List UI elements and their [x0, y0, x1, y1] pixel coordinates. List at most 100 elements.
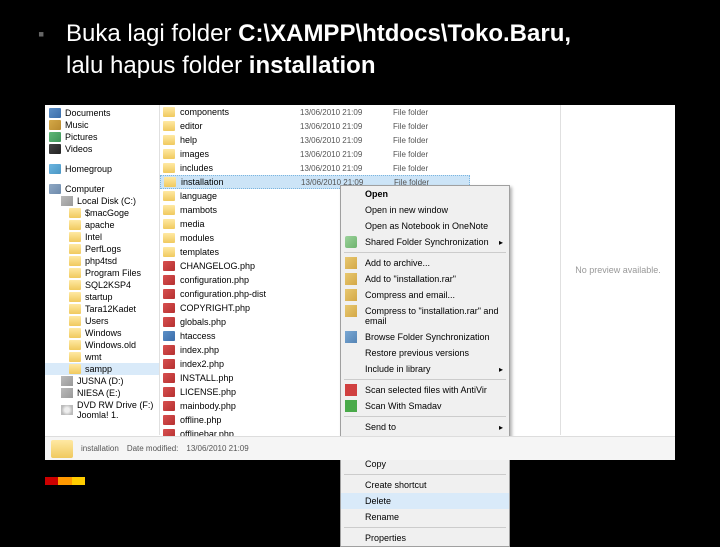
nav-folder[interactable]: PerfLogs [85, 244, 121, 254]
file-type: File folder [393, 108, 428, 117]
ctx-smadav[interactable]: Scan With Smadav [341, 398, 509, 414]
ctx-open[interactable]: Open [341, 186, 509, 202]
php-icon [163, 345, 175, 355]
file-row[interactable]: editor13/06/2010 21:09File folder [160, 119, 470, 133]
ctx-compress-email[interactable]: Compress and email... [341, 287, 509, 303]
folder-icon [69, 244, 81, 254]
folder-icon [69, 364, 81, 374]
file-type: File folder [393, 150, 428, 159]
nav-lib[interactable]: Documents [65, 108, 111, 118]
file-name: htaccess [180, 331, 295, 341]
file-name: templates [180, 247, 295, 257]
status-name: installation [81, 444, 119, 453]
ctx-add-archive[interactable]: Add to archive... [341, 255, 509, 271]
nav-lib[interactable]: Pictures [65, 132, 98, 142]
nav-folder[interactable]: wmt [85, 352, 102, 362]
nav-homegroup[interactable]: Homegroup [65, 164, 112, 174]
file-row[interactable]: components 13/06/2010 21:09 File folder [160, 105, 470, 119]
share-icon [345, 236, 357, 248]
nav-disk[interactable]: Local Disk (C:) [77, 196, 136, 206]
php-icon [163, 387, 175, 397]
nav-folder[interactable]: SQL2KSP4 [85, 280, 131, 290]
nav-tree[interactable]: Documents Music Pictures Videos Homegrou… [45, 105, 160, 435]
ctx-sendto[interactable]: Send to▸ [341, 419, 509, 435]
nav-folder[interactable]: sampp [85, 364, 112, 374]
ctx-compress-to[interactable]: Compress to "installation.rar" and email [341, 303, 509, 329]
nav-folder[interactable]: Windows [85, 328, 122, 338]
ctx-open-window[interactable]: Open in new window [341, 202, 509, 218]
nav-drive[interactable]: JUSNA (D:) [77, 376, 124, 386]
ctx-include[interactable]: Include in library▸ [341, 361, 509, 377]
disk-icon [61, 376, 73, 386]
ctx-browse[interactable]: Browse Folder Synchronization [341, 329, 509, 345]
php-icon [163, 261, 175, 271]
folder-icon [163, 247, 175, 257]
file-name: components [180, 107, 295, 117]
nav-drive[interactable]: DVD RW Drive (F:) Joomla! 1. [77, 400, 155, 420]
ctx-add-to[interactable]: Add to "installation.rar" [341, 271, 509, 287]
sync-icon [345, 331, 357, 343]
nav-folder[interactable]: Users [85, 316, 109, 326]
accent-bar [45, 477, 85, 485]
ctx-rename[interactable]: Rename [341, 509, 509, 525]
nav-folder[interactable]: startup [85, 292, 113, 302]
music-icon [49, 120, 61, 130]
nav-folder[interactable]: apache [85, 220, 115, 230]
ctx-shared[interactable]: Shared Folder Synchronization▸ [341, 234, 509, 250]
file-date: 13/06/2010 21:09 [300, 150, 388, 159]
header-target: installation [249, 52, 376, 79]
ctx-shortcut[interactable]: Create shortcut [341, 477, 509, 493]
folder-icon [163, 135, 175, 145]
nav-folder[interactable]: php4tsd [85, 256, 117, 266]
folder-icon [69, 220, 81, 230]
ctx-properties[interactable]: Properties [341, 530, 509, 546]
nav-lib[interactable]: Music [65, 120, 89, 130]
antivir-icon [345, 384, 357, 396]
nav-folder[interactable]: Intel [85, 232, 102, 242]
folder-icon [163, 149, 175, 159]
folder-icon [69, 232, 81, 242]
folder-icon [51, 440, 73, 458]
nav-folder[interactable]: Windows.old [85, 340, 136, 350]
dvd-icon [61, 405, 73, 415]
php-icon [163, 275, 175, 285]
folder-icon [69, 352, 81, 362]
file-date: 13/06/2010 21:09 [300, 164, 388, 173]
file-type: File folder [393, 164, 428, 173]
file-date: 13/06/2010 21:09 [300, 108, 388, 117]
nav-folder[interactable]: Tara12Kadet [85, 304, 136, 314]
file-row[interactable]: includes13/06/2010 21:09File folder [160, 161, 470, 175]
pictures-icon [49, 132, 61, 142]
folder-icon [69, 328, 81, 338]
file-name: help [180, 135, 295, 145]
status-label: Date modified: [127, 444, 179, 453]
ctx-delete[interactable]: Delete [341, 493, 509, 509]
ctx-onenote[interactable]: Open as Notebook in OneNote [341, 218, 509, 234]
file-name: media [180, 219, 295, 229]
nav-folder[interactable]: $macGoge [85, 208, 129, 218]
ctx-restore[interactable]: Restore previous versions [341, 345, 509, 361]
file-row[interactable]: images13/06/2010 21:09File folder [160, 147, 470, 161]
header-mid: lalu hapus folder [66, 52, 249, 79]
bullet-icon: ▪ [38, 24, 44, 45]
nav-drive[interactable]: NIESA (E:) [77, 388, 121, 398]
file-row[interactable]: help13/06/2010 21:09File folder [160, 133, 470, 147]
php-icon [163, 401, 175, 411]
file-name: index2.php [180, 359, 295, 369]
file-name: offline.php [180, 415, 295, 425]
folder-icon [69, 256, 81, 266]
folder-icon [69, 208, 81, 218]
file-name: language [180, 191, 295, 201]
nav-folder[interactable]: Program Files [85, 268, 141, 278]
homegroup-icon [49, 164, 61, 174]
context-menu: Open Open in new window Open as Notebook… [340, 185, 510, 547]
nav-lib[interactable]: Videos [65, 144, 92, 154]
ctx-antivir[interactable]: Scan selected files with AntiVir [341, 382, 509, 398]
header-pre: Buka lagi folder [66, 20, 238, 47]
computer-icon [49, 184, 61, 194]
preview-text: No preview available. [575, 265, 661, 275]
separator [344, 527, 506, 528]
separator [344, 252, 506, 253]
separator [344, 379, 506, 380]
nav-computer[interactable]: Computer [65, 184, 105, 194]
